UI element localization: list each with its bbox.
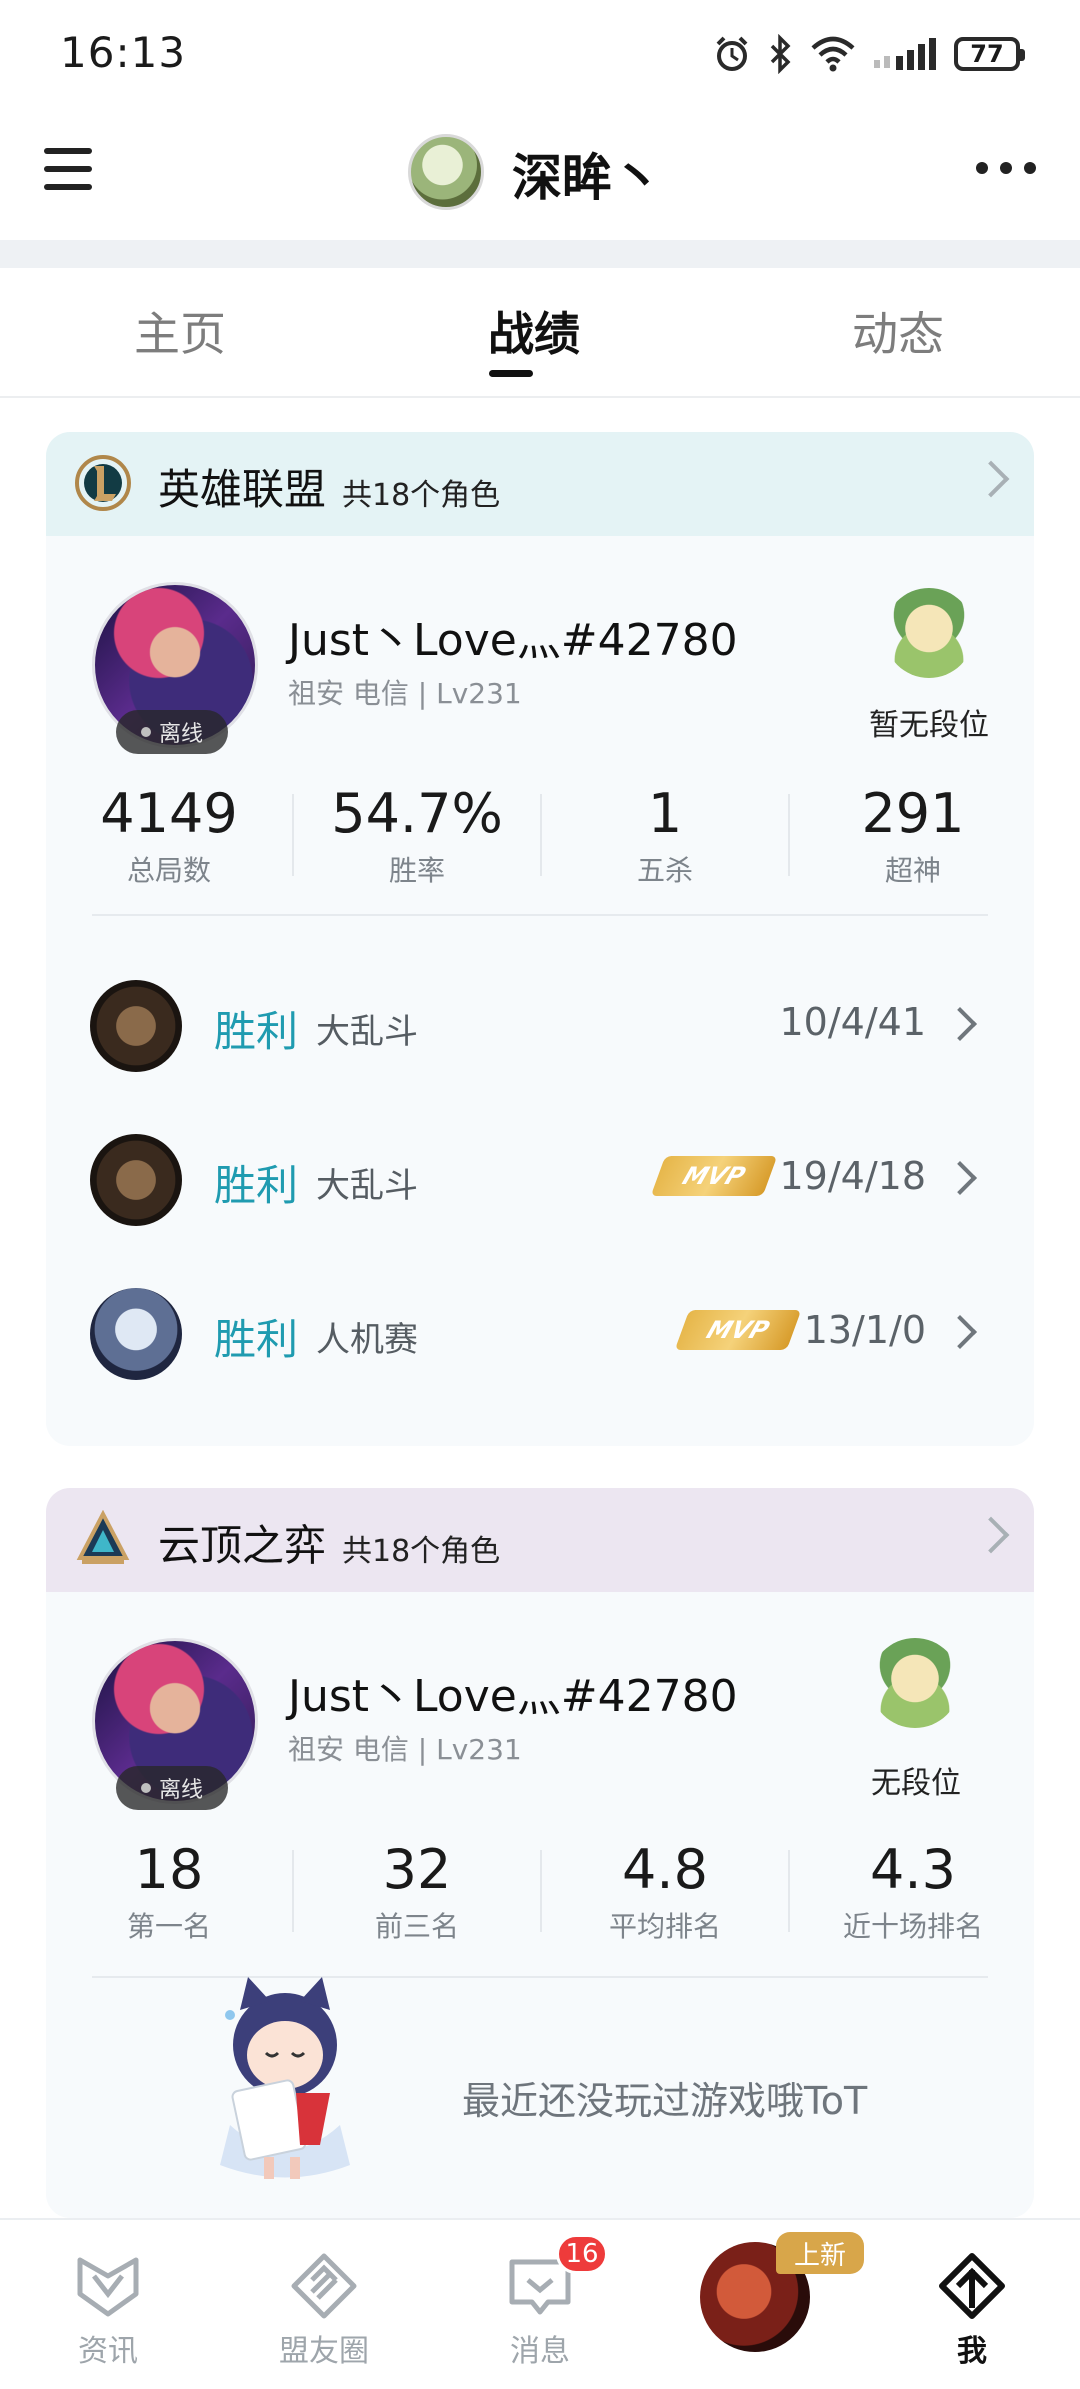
hero-avatar — [90, 1288, 182, 1380]
match-mode: 大乱斗 — [316, 1012, 418, 1052]
status-time: 16:13 — [60, 28, 187, 77]
match-result: 胜利 — [214, 1007, 299, 1056]
nav-label: 我 — [957, 2334, 987, 2369]
chevron-right-icon — [972, 1516, 1010, 1554]
status-badge: 离线 — [116, 1766, 228, 1810]
status-bar: 16:13 77 — [0, 0, 1080, 110]
status-badge: 离线 — [116, 710, 228, 754]
stat-legendary: 291 超神 — [861, 782, 965, 887]
menu-icon[interactable] — [44, 142, 92, 196]
rank-icon — [870, 1638, 960, 1728]
nav-label: 盟友圈 — [279, 2334, 369, 2369]
match-mode: 人机赛 — [316, 1320, 418, 1360]
tft-rank-label: 无段位 — [871, 1766, 961, 1801]
profile-icon — [939, 2253, 1005, 2319]
empty-state-text: 最近还没玩过游戏哦ToT — [462, 2079, 868, 2123]
status-icons: 77 — [712, 30, 1025, 78]
bottom-nav: 资讯 盟友圈 16 消息 上新 我 — [0, 2218, 1080, 2389]
tft-title: 云顶之弈 — [158, 1521, 327, 1570]
stat-penta-kills: 1 五杀 — [636, 782, 693, 887]
chevron-right-icon — [943, 1161, 977, 1195]
match-row[interactable]: 胜利 大乱斗 10/4/41 — [46, 974, 986, 1074]
news-icon — [77, 2257, 139, 2317]
mvp-badge: MVP — [650, 1156, 778, 1196]
bluetooth-icon — [770, 34, 791, 74]
unread-badge: 16 — [556, 2234, 608, 2274]
match-row[interactable]: 胜利 大乱斗 MVP 19/4/18 — [46, 1128, 986, 1228]
nav-label: 资讯 — [78, 2334, 138, 2369]
nav-profile[interactable]: 我 — [864, 2220, 1080, 2389]
avatar[interactable] — [408, 134, 484, 210]
match-row[interactable]: 胜利 人机赛 MVP 13/1/0 — [46, 1282, 986, 1382]
tab-records[interactable]: 战绩 — [488, 298, 580, 364]
chevron-right-icon — [972, 460, 1010, 498]
match-mode: 大乱斗 — [316, 1166, 418, 1206]
tft-role-count: 共18个角色 — [342, 1534, 501, 1569]
divider — [92, 914, 988, 916]
tft-logo-icon — [76, 1510, 130, 1564]
nav-messages[interactable]: 16 消息 — [432, 2220, 648, 2389]
match-result: 胜利 — [214, 1315, 299, 1364]
hero-avatar — [90, 980, 182, 1072]
page-title: 深眸丶 — [512, 149, 662, 207]
stat-recent-rank: 4.3 近十场排名 — [842, 1838, 983, 1943]
tab-indicator — [489, 370, 533, 377]
match-result: 胜利 — [214, 1161, 299, 1210]
nav-news[interactable]: 资讯 — [0, 2220, 216, 2389]
tab-home[interactable]: 主页 — [134, 298, 226, 364]
lol-card: 英雄联盟 共18个角色 离线 Just丶Love灬#42780 祖安 电信 | … — [46, 432, 1034, 1446]
tft-account-meta: 祖安 电信 | Lv231 — [288, 1733, 522, 1766]
tab-moments[interactable]: 动态 — [852, 298, 944, 364]
stat-avg-rank: 4.8 平均排名 — [608, 1838, 721, 1943]
lol-role-count: 共18个角色 — [342, 478, 501, 513]
tab-bar: 主页 战绩 动态 — [0, 268, 1080, 398]
hero-avatar — [90, 1134, 182, 1226]
app-header: 深眸丶 — [0, 110, 1080, 240]
lol-account-meta: 祖安 电信 | Lv231 — [288, 677, 522, 710]
tft-card-header[interactable]: 云顶之弈 共18个角色 — [46, 1488, 1034, 1592]
alarm-icon — [716, 36, 748, 71]
stat-total-games: 4149 总局数 — [100, 782, 238, 887]
divider — [0, 240, 1080, 268]
chevron-right-icon — [943, 1007, 977, 1041]
chevron-right-icon — [943, 1315, 977, 1349]
rank-icon — [884, 588, 974, 678]
mascot-illustration — [220, 1977, 350, 2179]
nav-community[interactable]: 盟友圈 — [216, 2220, 432, 2389]
tft-account-name: Just丶Love灬#42780 — [288, 1671, 738, 1722]
stat-win-rate: 54.7% 胜率 — [331, 782, 503, 887]
signal-icon — [874, 38, 936, 70]
lol-title: 英雄联盟 — [158, 465, 327, 514]
stat-top-three: 32 前三名 — [374, 1838, 459, 1943]
more-icon[interactable] — [976, 162, 1036, 174]
match-kda: 13/1/0 — [803, 1308, 926, 1352]
mvp-badge: MVP — [674, 1310, 802, 1350]
match-kda: 10/4/41 — [779, 1000, 927, 1044]
new-tag: 上新 — [776, 2232, 864, 2274]
battery-icon: 77 — [954, 37, 1025, 71]
nav-label: 消息 — [510, 2334, 570, 2369]
lol-card-header[interactable]: 英雄联盟 共18个角色 — [46, 432, 1034, 536]
lol-account-name: Just丶Love灬#42780 — [288, 615, 738, 666]
match-kda: 19/4/18 — [779, 1154, 927, 1198]
lol-rank-label: 暂无段位 — [869, 708, 989, 743]
lol-logo-icon — [75, 455, 131, 511]
stat-first-place: 18 第一名 — [126, 1838, 211, 1943]
wifi-icon — [811, 36, 855, 72]
community-icon — [291, 2253, 357, 2319]
